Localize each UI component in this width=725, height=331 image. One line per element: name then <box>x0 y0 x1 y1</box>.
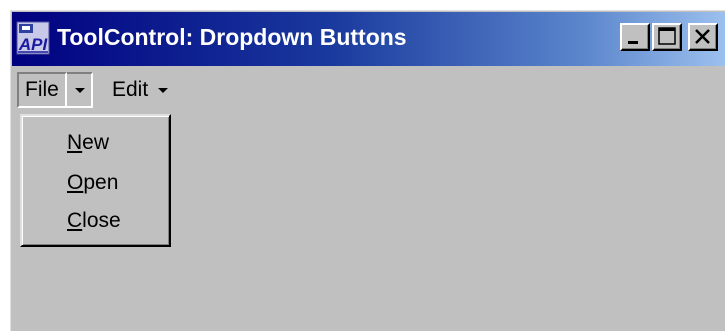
file-dropdown-arrow[interactable] <box>66 72 93 108</box>
edit-dropdown-arrow[interactable] <box>148 72 172 108</box>
maximize-button[interactable] <box>652 23 682 51</box>
menu-item-label: Open <box>67 171 119 194</box>
menu-item-label: New <box>67 131 110 154</box>
chevron-down-icon <box>158 88 169 93</box>
close-button[interactable] <box>688 23 718 51</box>
close-icon <box>695 29 710 44</box>
window-title: ToolControl: Dropdown Buttons <box>57 24 407 50</box>
app-icon-text: API <box>18 35 49 54</box>
menu-item-label: Close <box>67 209 121 232</box>
menu-item-close[interactable]: Close <box>22 202 169 240</box>
title-bar[interactable]: API ToolControl: Dropdown Buttons <box>12 12 725 66</box>
file-button[interactable]: File <box>17 72 67 108</box>
chevron-down-icon <box>74 88 85 93</box>
maximize-icon <box>658 27 676 45</box>
toolbar: File Edit <box>12 68 725 112</box>
edit-button-label: Edit <box>112 78 149 101</box>
file-dropdown-button[interactable]: File <box>17 72 93 108</box>
edit-dropdown-button[interactable]: Edit <box>112 72 172 108</box>
minimize-button[interactable] <box>620 23 650 51</box>
application-window: API ToolControl: Dropdown Buttons File E… <box>8 8 725 331</box>
menu-item-open[interactable]: Open <box>22 164 169 202</box>
app-icon: API <box>16 21 50 55</box>
file-menu: New Open Close <box>20 114 171 247</box>
menu-item-new[interactable]: New <box>22 124 169 162</box>
minimize-icon <box>628 41 638 44</box>
